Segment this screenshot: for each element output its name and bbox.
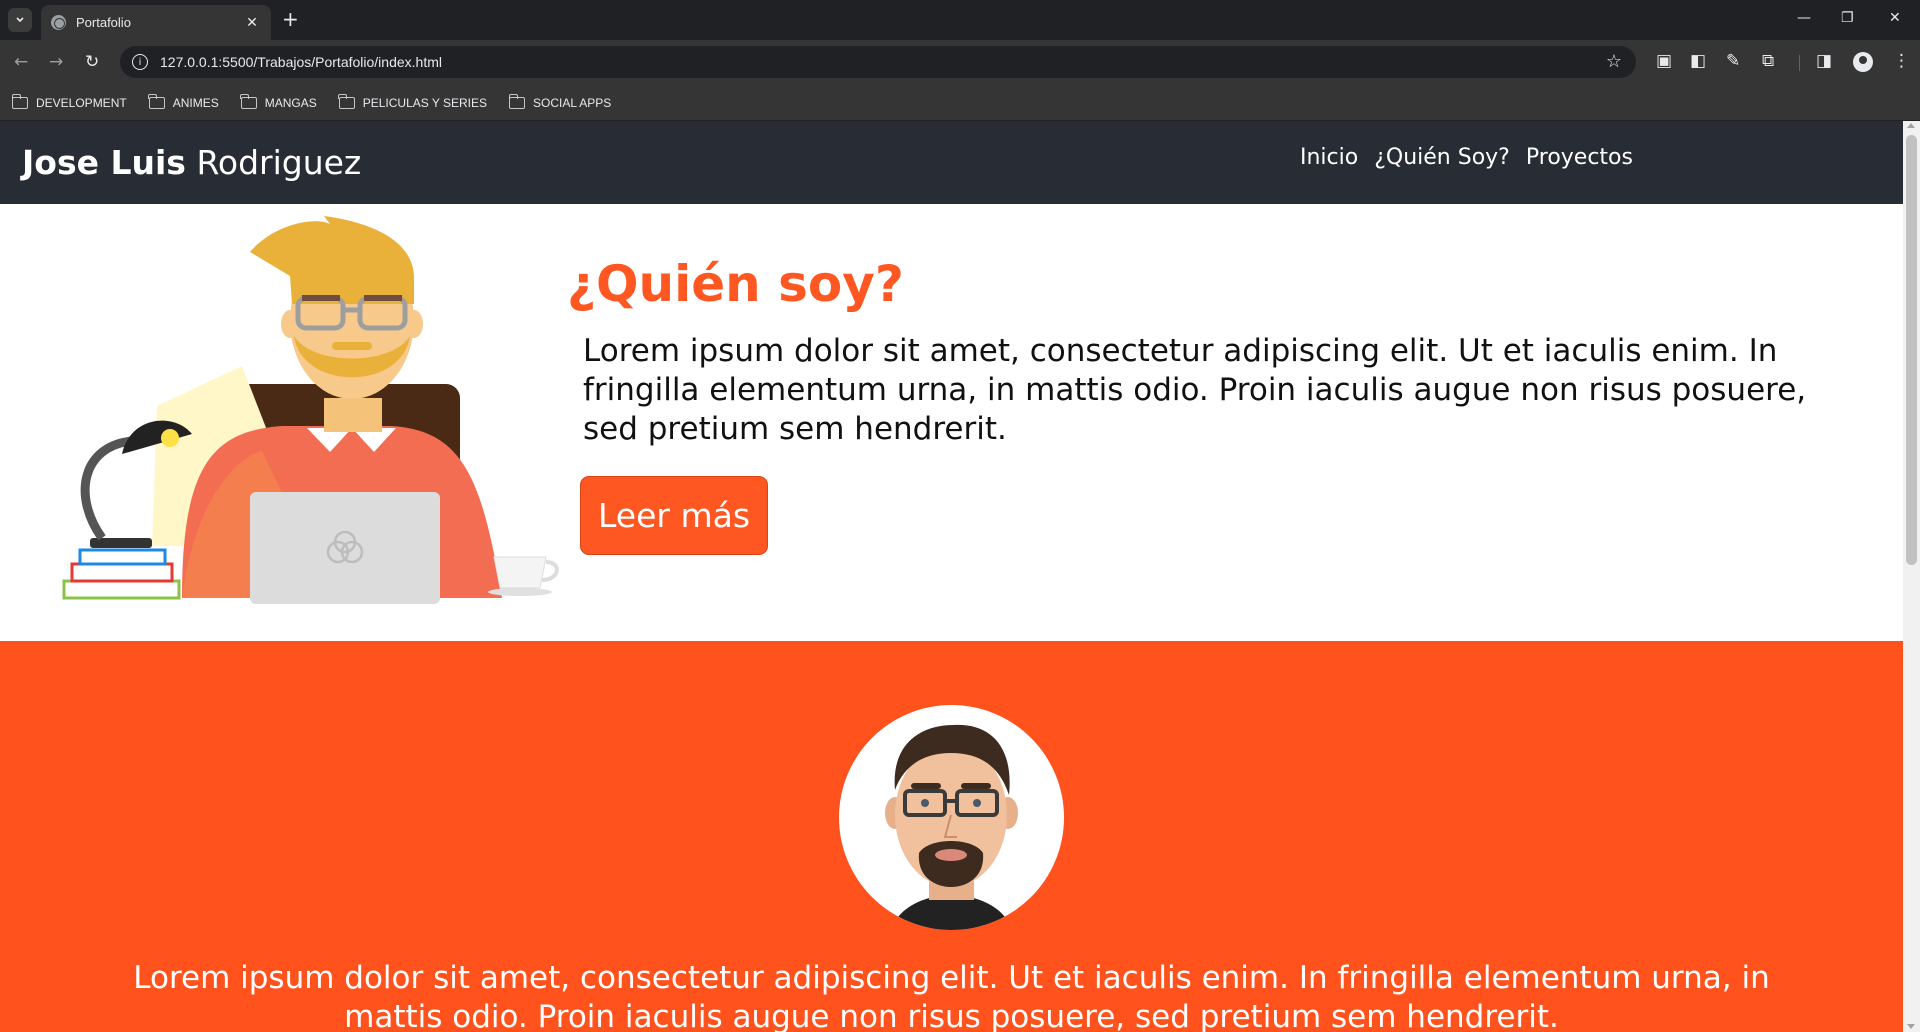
bookmark-label: PELICULAS Y SERIES (362, 95, 488, 110)
puzzle-icon[interactable]: ⧉ (1762, 51, 1774, 71)
tab-search-button[interactable] (8, 8, 32, 32)
site-brand[interactable]: Jose Luis Rodriguez (22, 143, 361, 182)
window-close-icon[interactable]: ✕ (1889, 10, 1901, 26)
bookmark-folder-development[interactable]: DEVELOPMENT (11, 93, 127, 110)
folder-icon (508, 93, 526, 109)
forward-button[interactable]: → (49, 52, 63, 72)
folder-icon (338, 93, 355, 109)
bookmark-label: SOCIAL APPS (533, 95, 612, 110)
profile-icon[interactable] (1853, 52, 1873, 72)
nav-link-proyectos[interactable]: Proyectos (1526, 145, 1633, 170)
site-header: Jose Luis Rodriguez Inicio ¿Quién Soy? P… (0, 121, 1903, 204)
close-tab-icon[interactable]: ✕ (243, 15, 261, 31)
scroll-down-arrow-icon[interactable] (1907, 1024, 1915, 1029)
browser-toolbar: ← → ↻ i 127.0.0.1:5500/Trabajos/Portafol… (0, 40, 1920, 85)
developer-illustration (62, 216, 559, 604)
read-more-button[interactable]: Leer más (580, 476, 768, 555)
folder-icon (148, 93, 165, 109)
brand-first-name: Jose Luis (22, 143, 186, 182)
scrollbar-thumb[interactable] (1906, 135, 1917, 565)
hero-title: ¿Quién soy? (567, 255, 904, 313)
bookmark-label: DEVELOPMENT (36, 95, 127, 110)
toolbar-divider (1799, 55, 1800, 71)
eyedropper-icon[interactable]: ✎ (1726, 51, 1740, 71)
hero-paragraph: Lorem ipsum dolor sit amet, consectetur … (583, 333, 1807, 447)
minimize-icon[interactable]: — (1797, 10, 1811, 26)
about-paragraph: Lorem ipsum dolor sit amet, consectetur … (133, 960, 1770, 1032)
nav-link-quien-soy[interactable]: ¿Quién Soy? (1374, 145, 1510, 170)
about-section: Lorem ipsum dolor sit amet, consectetur … (0, 641, 1903, 1032)
nav-link-inicio[interactable]: Inicio (1300, 145, 1358, 170)
menu-icon[interactable]: ⋮ (1893, 51, 1910, 71)
cast-extension-icon[interactable]: ▣ (1656, 51, 1672, 71)
folder-icon (240, 93, 257, 109)
tab-title: Portafolio (76, 15, 131, 30)
globe-icon (51, 15, 66, 30)
page-viewport: Jose Luis Rodriguez Inicio ¿Quién Soy? P… (0, 121, 1920, 1032)
bookmark-label: MANGAS (264, 95, 317, 110)
site-nav: Inicio ¿Quién Soy? Proyectos (1300, 145, 1649, 170)
extension-icon[interactable]: ◧ (1690, 51, 1706, 71)
address-bar[interactable]: i 127.0.0.1:5500/Trabajos/Portafolio/ind… (120, 46, 1636, 78)
browser-tab-strip: Portafolio ✕ + — ❐ ✕ (0, 0, 1920, 40)
bookmarks-bar: DEVELOPMENT ANIMES MANGAS PELICULAS Y SE… (0, 85, 1920, 121)
back-button[interactable]: ← (14, 52, 28, 72)
scroll-up-arrow-icon[interactable] (1907, 123, 1915, 128)
site-info-icon[interactable]: i (132, 54, 148, 70)
profile-portrait-illustration (885, 724, 1018, 930)
folder-icon (11, 93, 28, 109)
chevron-down-icon (16, 17, 24, 23)
url-text: 127.0.0.1:5500/Trabajos/Portafolio/index… (160, 54, 442, 70)
bookmark-star-icon[interactable]: ☆ (1606, 51, 1622, 72)
side-panel-icon[interactable]: ◨ (1816, 51, 1832, 71)
bookmark-folder-animes[interactable]: ANIMES (148, 93, 219, 110)
page-scrollbar[interactable] (1903, 121, 1920, 1032)
hero-section: ¿Quién soy? Lorem ipsum dolor sit amet, … (0, 204, 1903, 641)
profile-avatar (839, 705, 1064, 930)
bookmark-folder-mangas[interactable]: MANGAS (240, 93, 317, 110)
reload-button[interactable]: ↻ (85, 52, 99, 72)
browser-tab[interactable]: Portafolio ✕ (41, 5, 271, 40)
bookmark-folder-peliculas[interactable]: PELICULAS Y SERIES (338, 93, 488, 110)
restore-icon[interactable]: ❐ (1841, 10, 1854, 26)
bookmark-label: ANIMES (172, 95, 219, 110)
bookmark-folder-social-apps[interactable]: SOCIAL APPS (508, 93, 612, 110)
new-tab-button[interactable]: + (282, 9, 299, 29)
brand-last-name: Rodriguez (196, 143, 362, 182)
